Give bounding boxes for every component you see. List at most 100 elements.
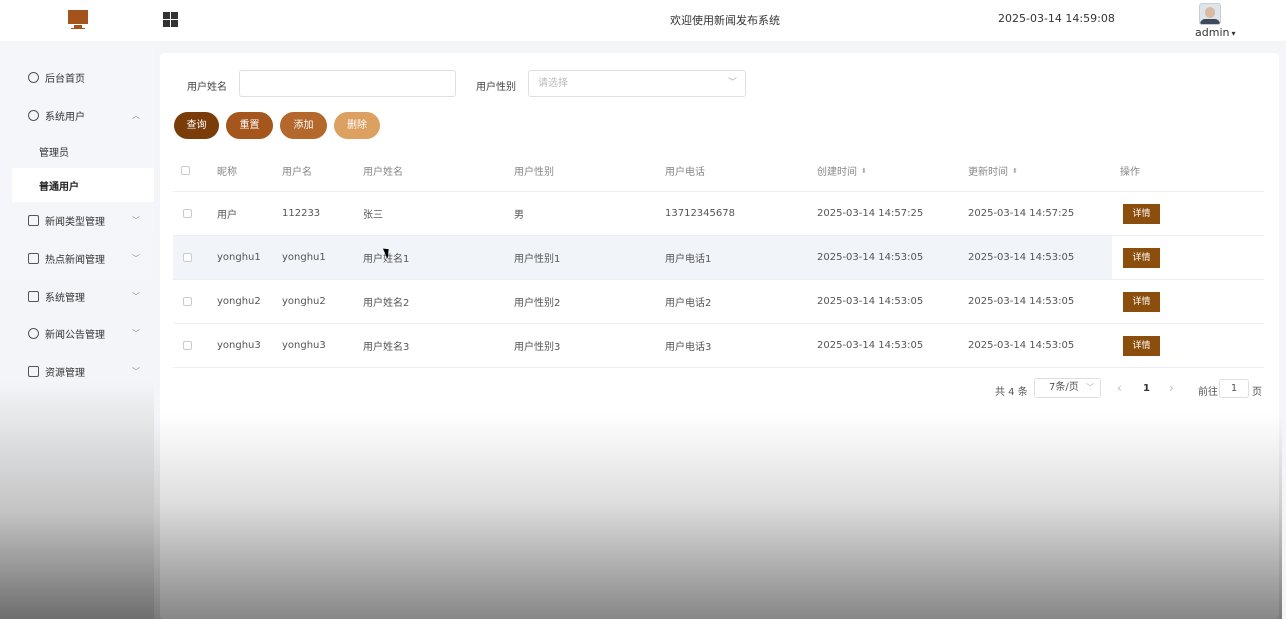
- cell-nickname: 用户: [217, 210, 237, 221]
- detail-button[interactable]: 详情: [1123, 335, 1160, 356]
- cell-updated: 2025-03-14 14:53:05: [968, 340, 1075, 351]
- sidebar-subitem-admins[interactable]: 管理员: [12, 134, 154, 168]
- gender-filter-select[interactable]: 请选择 ﹀: [528, 70, 746, 97]
- page-suffix-label: 页: [1252, 387, 1262, 398]
- col-updated-label: 更新时间: [968, 167, 1008, 178]
- name-filter-label: 用户姓名: [187, 82, 227, 93]
- table-row: 用户 112233 张三 男 13712345678 2025-03-14 14…: [173, 192, 1264, 236]
- avatar[interactable]: [1199, 3, 1221, 25]
- next-page-button[interactable]: ›: [1169, 381, 1174, 395]
- col-updated[interactable]: 更新时间 ⬍: [968, 150, 1018, 191]
- user-menu[interactable]: admin ▾: [1195, 26, 1235, 39]
- row-checkbox[interactable]: [183, 297, 192, 306]
- sidebar-item-label: 系统管理: [45, 292, 85, 304]
- sidebar-item-dashboard[interactable]: 后台首页: [0, 60, 154, 94]
- cell-actions: 详情: [1123, 280, 1160, 323]
- query-button[interactable]: 查询: [174, 112, 219, 139]
- row-checkbox[interactable]: [183, 253, 192, 262]
- add-button[interactable]: 添加: [280, 112, 327, 139]
- sidebar-item-label: 热点新闻管理: [45, 254, 105, 266]
- select-all-checkbox[interactable]: [181, 166, 190, 175]
- cell-created: 2025-03-14 14:57:25: [817, 208, 924, 219]
- table-header: 昵称 用户名 用户姓名 用户性别 用户电话 创建时间 ⬍ 更新时间 ⬍ 操作: [173, 150, 1264, 192]
- cell-updated: 2025-03-14 14:57:25: [968, 208, 1075, 219]
- cell-nickname: yonghu3: [217, 340, 261, 351]
- col-created-label: 创建时间: [817, 167, 857, 178]
- cell-created: 2025-03-14 14:53:05: [817, 252, 924, 263]
- cell-gender: 用户性别2: [514, 298, 561, 309]
- cell-actions: 详情: [1123, 236, 1160, 279]
- sidebar-item-resources[interactable]: 资源管理 ﹀: [0, 354, 154, 388]
- cell-actions: 详情: [1123, 324, 1160, 367]
- col-created[interactable]: 创建时间 ⬍: [817, 150, 867, 191]
- sidebar-item-announcements[interactable]: 新闻公告管理 ﹀: [0, 316, 154, 350]
- goto-label: 前往: [1198, 387, 1218, 398]
- top-bar: 欢迎使用新闻发布系统 2025-03-14 14:59:08 admin ▾: [0, 0, 1286, 41]
- cell-updated: 2025-03-14 14:53:05: [968, 252, 1075, 263]
- gender-select-placeholder: 请选择: [538, 78, 568, 89]
- cell-username: 112233: [282, 208, 321, 219]
- username: admin: [1195, 26, 1230, 39]
- current-page[interactable]: 1: [1143, 383, 1150, 394]
- sort-icon[interactable]: ⬍: [861, 167, 867, 175]
- row-checkbox-cell: [183, 280, 192, 323]
- cell-realname: 用户姓名3: [363, 342, 410, 353]
- grid-menu-icon[interactable]: [163, 12, 178, 27]
- prev-page-button[interactable]: ‹: [1117, 381, 1122, 395]
- table-row: yonghu1 yonghu1 用户姓名1 用户性别1 用户电话1 2025-0…: [173, 236, 1264, 280]
- chevron-down-icon: ﹀: [132, 216, 140, 225]
- row-checkbox[interactable]: [183, 209, 192, 218]
- cell-username: yonghu3: [282, 340, 326, 351]
- row-checkbox-cell: [183, 192, 192, 235]
- pie-chart-icon: [28, 71, 39, 83]
- detail-button[interactable]: 详情: [1123, 203, 1160, 224]
- chevron-down-icon: ﹀: [1086, 383, 1094, 392]
- name-filter-input[interactable]: [239, 70, 456, 97]
- detail-button[interactable]: 详情: [1123, 291, 1160, 312]
- cell-username: yonghu2: [282, 296, 326, 307]
- chevron-up-icon: ︿: [132, 111, 140, 120]
- gender-filter-label: 用户性别: [476, 82, 516, 93]
- cell-phone: 用户电话2: [665, 298, 712, 309]
- sidebar-item-label: 新闻类型管理: [45, 216, 105, 228]
- current-datetime: 2025-03-14 14:59:08: [998, 12, 1115, 25]
- sidebar-subitem-label: 普通用户: [39, 181, 79, 193]
- cell-nickname: yonghu1: [217, 252, 261, 263]
- table-row: yonghu3 yonghu3 用户姓名3 用户性别3 用户电话3 2025-0…: [173, 324, 1264, 368]
- cell-phone: 13712345678: [665, 208, 735, 219]
- sidebar-item-system-management[interactable]: 系统管理 ﹀: [0, 279, 154, 313]
- pagination-total: 共 4 条: [995, 387, 1028, 398]
- cell-nickname: yonghu2: [217, 296, 261, 307]
- col-gender: 用户性别: [514, 167, 554, 178]
- sort-icon[interactable]: ⬍: [1012, 167, 1018, 175]
- page-size-select[interactable]: 7条/页 ﹀: [1034, 378, 1101, 398]
- cell-gender: 用户性别1: [514, 254, 561, 265]
- chevron-down-icon: ﹀: [132, 254, 140, 263]
- cell-realname: 用户姓名2: [363, 298, 410, 309]
- sidebar-item-label: 后台首页: [45, 73, 85, 85]
- sidebar-item-system-users[interactable]: 系统用户 ︿: [0, 98, 154, 132]
- sidebar-item-hot-news[interactable]: 热点新闻管理 ﹀: [0, 241, 154, 275]
- sidebar-item-label: 资源管理: [45, 367, 85, 379]
- chevron-down-icon: ﹀: [132, 329, 140, 338]
- page-size-value: 7条/页: [1049, 382, 1079, 393]
- reset-button[interactable]: 重置: [226, 112, 273, 139]
- delete-button[interactable]: 删除: [334, 112, 380, 139]
- sidebar-item-news-types[interactable]: 新闻类型管理 ﹀: [0, 203, 154, 237]
- system-title: 欢迎使用新闻发布系统: [670, 14, 780, 27]
- cell-created: 2025-03-14 14:53:05: [817, 340, 924, 351]
- cell-username: yonghu1: [282, 252, 326, 263]
- col-phone: 用户电话: [665, 167, 705, 178]
- sidebar-subitem-normal-users[interactable]: 普通用户: [12, 168, 154, 202]
- detail-button[interactable]: 详情: [1123, 247, 1160, 268]
- folder-icon: [28, 290, 39, 302]
- col-realname: 用户姓名: [363, 167, 403, 178]
- goto-page-input[interactable]: 1: [1219, 379, 1249, 398]
- sidebar: 后台首页 系统用户 ︿ 管理员 普通用户 新闻类型管理 ﹀ 热点新闻管理 ﹀ 系…: [0, 41, 154, 619]
- sidebar-item-label: 系统用户: [45, 111, 85, 123]
- cell-created: 2025-03-14 14:53:05: [817, 296, 924, 307]
- col-username: 用户名: [282, 167, 312, 178]
- table-row: yonghu2 yonghu2 用户姓名2 用户性别2 用户电话2 2025-0…: [173, 280, 1264, 324]
- cell-gender: 用户性别3: [514, 342, 561, 353]
- row-checkbox[interactable]: [183, 341, 192, 350]
